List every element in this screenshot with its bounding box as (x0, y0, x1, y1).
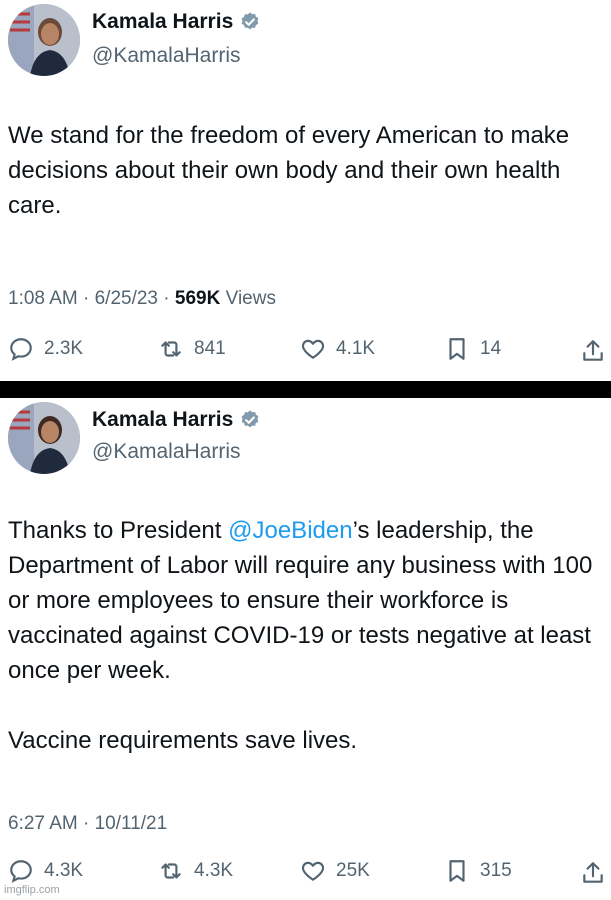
tweet-date[interactable]: 10/11/21 (95, 813, 168, 834)
share-button[interactable] (580, 338, 606, 369)
like-button[interactable]: 25K (300, 858, 370, 884)
share-button[interactable] (580, 860, 606, 891)
tweet-paragraph: Vaccine requirements save lives. (8, 727, 358, 754)
like-icon (301, 339, 325, 359)
reply-icon (10, 338, 32, 361)
tweet-time[interactable]: 6:27 AM (8, 813, 78, 834)
repost-button[interactable]: 841 (158, 336, 226, 362)
repost-button[interactable]: 4.3K (158, 858, 233, 884)
like-count: 4.1K (336, 338, 376, 359)
tweet-paragraph: Thanks to President @JoeBiden’s leadersh… (8, 513, 603, 688)
share-icon (583, 340, 603, 361)
author-name[interactable]: Kamala Harris (92, 10, 261, 34)
bookmark-button[interactable]: 315 (444, 858, 512, 884)
like-button[interactable]: 4.1K (300, 336, 375, 362)
repost-icon (161, 341, 181, 357)
avatar[interactable] (8, 4, 80, 76)
share-icon (583, 862, 603, 883)
repost-icon (161, 863, 181, 879)
mention-link[interactable]: @JoeBiden (228, 517, 352, 544)
repost-count: 4.3K (194, 860, 234, 881)
reply-icon (10, 860, 32, 883)
verified-badge-icon (241, 410, 259, 428)
tweet-time[interactable]: 1:08 AM (8, 288, 78, 309)
tweet-date[interactable]: 6/25/23 (95, 288, 158, 309)
author-name[interactable]: Kamala Harris (92, 408, 261, 432)
tweet-text: Thanks to President @JoeBiden’s leadersh… (8, 513, 603, 758)
reply-button[interactable]: 4.3K (8, 858, 83, 884)
watermark: imgflip.com (4, 884, 60, 896)
tweet-meta: 6:27 AM · 10/11/21 (8, 813, 168, 834)
tweet-meta: 1:08 AM · 6/25/23 · 569K Views (8, 288, 276, 309)
reply-button[interactable]: 2.3K (8, 336, 83, 362)
reply-count: 2.3K (44, 338, 84, 359)
verified-badge-icon (241, 12, 259, 30)
action-bar: 2.3K 841 4.1K 14 (0, 336, 611, 370)
like-icon (301, 861, 325, 881)
reply-count: 4.3K (44, 860, 84, 881)
views-count: 569K (174, 288, 221, 309)
repost-count: 841 (194, 338, 226, 359)
bookmark-count: 315 (480, 860, 512, 881)
text-segment: Thanks to President (8, 517, 229, 544)
bookmark-icon (449, 338, 465, 360)
divider-bar (0, 381, 611, 398)
bookmark-count: 14 (480, 338, 502, 359)
like-count: 25K (336, 860, 370, 881)
bookmark-button[interactable]: 14 (444, 336, 501, 362)
author-handle[interactable]: @KamalaHarris (92, 440, 241, 464)
author-handle[interactable]: @KamalaHarris (92, 44, 241, 68)
bookmark-icon (449, 860, 465, 882)
views-label: Views (225, 288, 276, 309)
tweet-text: We stand for the freedom of every Americ… (8, 122, 570, 219)
avatar[interactable] (8, 402, 80, 474)
action-bar: 4.3K 4.3K 25K 315 (0, 858, 611, 892)
